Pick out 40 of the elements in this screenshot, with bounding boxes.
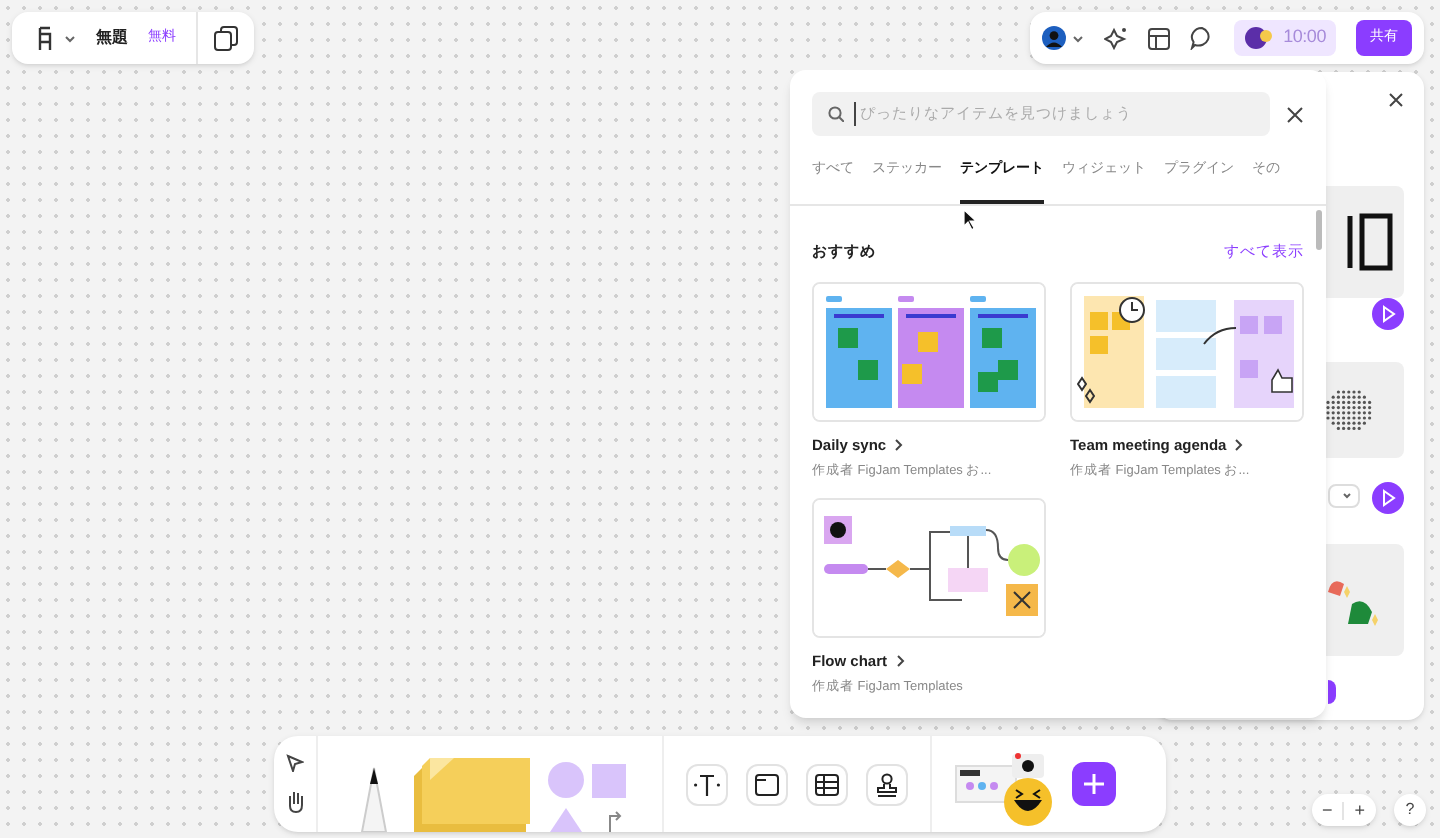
table-tool-button[interactable] <box>806 763 848 805</box>
layout-icon[interactable] <box>1147 27 1170 49</box>
play-icon[interactable] <box>1372 298 1404 330</box>
add-button[interactable] <box>1072 762 1116 806</box>
pointer-icon[interactable] <box>286 754 304 772</box>
chevron-down-icon[interactable] <box>64 33 76 43</box>
pages-icon[interactable] <box>214 25 238 51</box>
button-edge <box>1328 680 1336 704</box>
stamp-tool-button[interactable] <box>866 763 908 805</box>
text-icon <box>694 771 720 797</box>
chevron-right-icon <box>895 653 906 668</box>
zoom-button[interactable]: − <box>1312 801 1343 819</box>
comment-icon[interactable] <box>1189 26 1214 50</box>
frame-icon <box>754 771 780 797</box>
stamp-icon <box>874 771 900 797</box>
play-icon[interactable] <box>1372 482 1404 514</box>
dot-grid-icon <box>1324 388 1376 432</box>
timer-text: 10:00 <box>1283 24 1326 51</box>
sparkle-icon[interactable] <box>1103 26 1128 50</box>
plus-icon <box>1084 774 1104 794</box>
help-button[interactable]: ? <box>1394 794 1426 826</box>
section-tool-button[interactable] <box>746 763 788 805</box>
avatar-icon <box>1243 26 1272 50</box>
zoom-button[interactable]: + <box>1342 801 1376 819</box>
chevron-down-icon[interactable] <box>1071 33 1084 43</box>
chevron-right-icon <box>1234 437 1245 452</box>
close-icon[interactable] <box>1388 92 1404 108</box>
chevron-right-icon <box>894 437 905 452</box>
digits-drawing <box>1344 210 1396 274</box>
cursor-icon <box>964 210 978 230</box>
search-icon <box>828 106 844 122</box>
text-tool-button[interactable] <box>686 763 728 805</box>
file-title[interactable]: 無題 <box>96 26 128 50</box>
close-icon[interactable] <box>1286 105 1304 123</box>
chevron-down-icon <box>1342 492 1352 500</box>
dropdown-field[interactable] <box>1328 484 1360 508</box>
hand-icon[interactable] <box>284 788 306 814</box>
table-icon <box>814 771 840 797</box>
avatar-icon[interactable] <box>1041 26 1066 50</box>
scrollbar-thumb[interactable] <box>1316 210 1322 250</box>
